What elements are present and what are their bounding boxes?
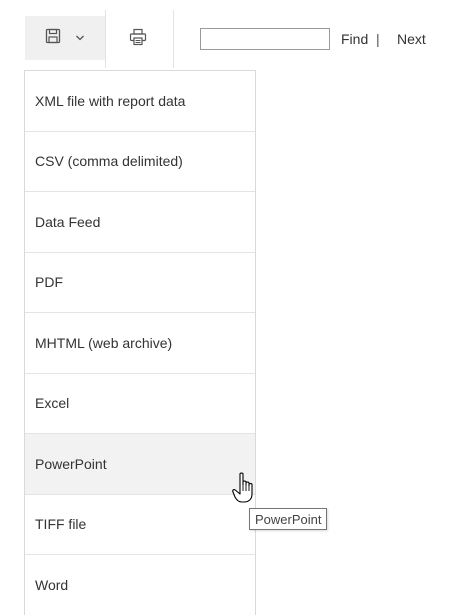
- menu-item-label: MHTML (web archive): [35, 334, 173, 351]
- menu-item-label: CSV (comma delimited): [35, 153, 183, 170]
- next-link[interactable]: Next: [397, 31, 426, 47]
- export-format-menu: XML file with report data CSV (comma del…: [24, 70, 256, 615]
- menu-item-data-feed[interactable]: Data Feed: [25, 192, 255, 253]
- export-dropdown-button[interactable]: [25, 16, 105, 60]
- tooltip: PowerPoint: [249, 508, 328, 530]
- print-button[interactable]: [118, 20, 158, 58]
- toolbar-divider: [173, 10, 174, 68]
- find-link[interactable]: Find: [341, 31, 368, 47]
- floppy-disk-icon: [45, 28, 61, 49]
- menu-item-tiff[interactable]: TIFF file: [25, 495, 255, 555]
- menu-item-pdf[interactable]: PDF: [25, 253, 255, 313]
- printer-icon: [129, 28, 147, 51]
- report-toolbar: Find | Next: [0, 0, 450, 70]
- menu-item-label: PDF: [35, 274, 63, 291]
- menu-item-word[interactable]: Word: [25, 555, 255, 615]
- chevron-down-icon: [75, 29, 85, 47]
- menu-item-xml[interactable]: XML file with report data: [25, 71, 255, 132]
- menu-item-mhtml[interactable]: MHTML (web archive): [25, 313, 255, 374]
- menu-item-label: Word: [35, 576, 69, 593]
- menu-item-label: TIFF file: [35, 516, 87, 533]
- find-next-separator: |: [376, 31, 380, 47]
- menu-item-label: Excel: [35, 395, 70, 412]
- menu-item-label: XML file with report data: [35, 92, 186, 109]
- toolbar-divider: [105, 10, 106, 68]
- menu-item-csv[interactable]: CSV (comma delimited): [25, 132, 255, 192]
- find-input[interactable]: [200, 28, 330, 50]
- menu-item-label: PowerPoint: [35, 455, 107, 472]
- report-viewer-page: Find | Next XML file with report data CS…: [0, 0, 450, 615]
- hand-pointer-icon: [232, 472, 258, 506]
- menu-item-excel[interactable]: Excel: [25, 374, 255, 434]
- menu-item-powerpoint[interactable]: PowerPoint: [25, 434, 255, 495]
- menu-item-label: Data Feed: [35, 213, 101, 230]
